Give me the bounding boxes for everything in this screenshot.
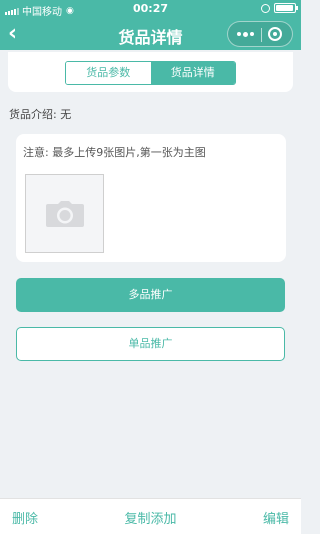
capsule-divider [261,28,262,42]
close-target-icon[interactable] [268,27,282,41]
status-time: 00:27 [132,2,168,15]
lock-rotation-icon [261,3,270,13]
more-icon[interactable] [237,31,254,37]
upload-note: 注意: 最多上传9张图片,第一张为主图 [23,146,206,159]
nav-bar: ‹ 货品详情 [0,18,301,50]
goods-intro: 货品介绍: 无 [9,108,72,121]
battery-icon [274,3,298,13]
edit-button[interactable]: 编辑 [263,508,289,527]
multi-promote-button[interactable]: 多品推广 [16,278,285,312]
camera-icon [46,201,84,227]
add-photo-button[interactable] [25,174,104,253]
mini-program-capsule [227,21,293,47]
image-upload-card: 注意: 最多上传9张图片,第一张为主图 [16,134,286,262]
bottom-action-bar: 复制添加 删除 编辑 [0,498,301,534]
delete-button[interactable]: 删除 [12,508,38,527]
status-right [261,3,298,13]
status-bar: 中国移动 ◉ 00:27 [0,0,301,18]
single-promote-button[interactable]: 单品推广 [16,327,285,361]
segmented-tabs: 货品参数 货品详情 [65,61,236,85]
tab-params[interactable]: 货品参数 [66,62,151,84]
copy-add-button[interactable]: 复制添加 [0,508,301,527]
tab-card: 货品参数 货品详情 [8,52,293,92]
tab-detail[interactable]: 货品详情 [150,62,235,84]
